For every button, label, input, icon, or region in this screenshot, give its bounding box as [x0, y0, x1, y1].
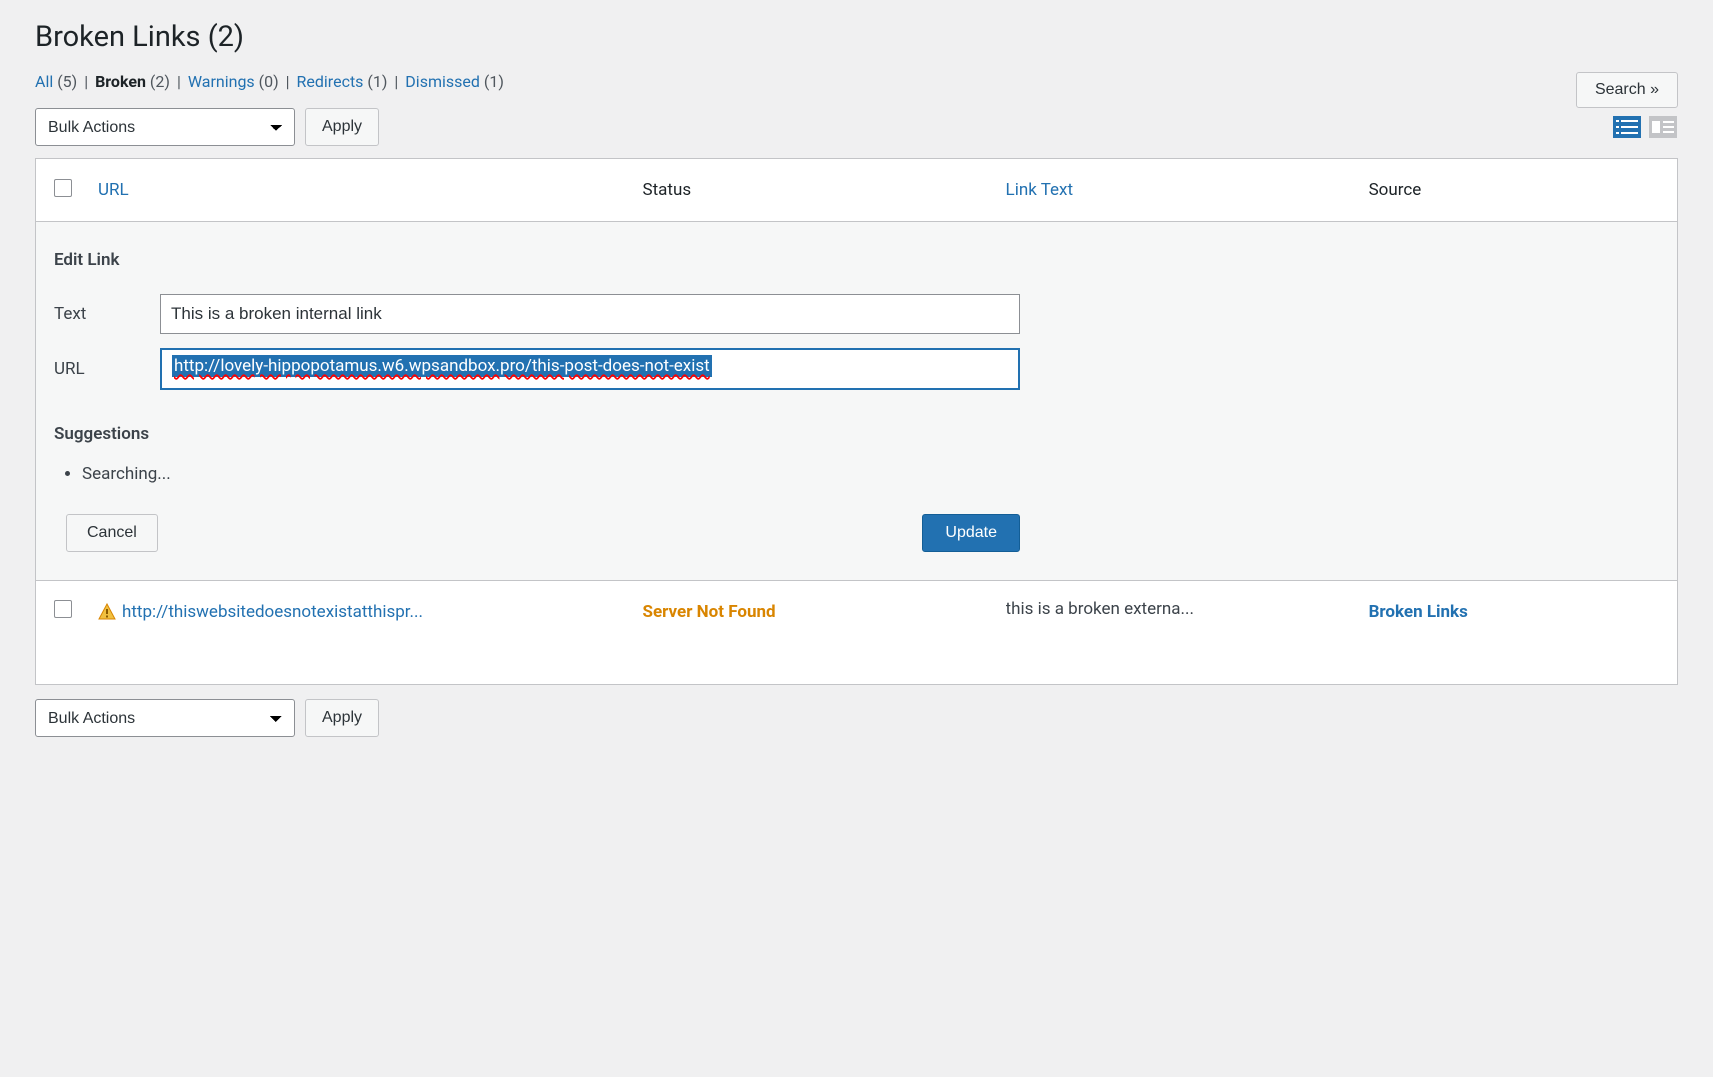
- filter-broken-count: (2): [150, 72, 170, 91]
- filter-redirects[interactable]: Redirects: [297, 72, 364, 91]
- row-linktext: this is a broken externa...: [1006, 599, 1194, 619]
- select-all-checkbox[interactable]: [54, 179, 72, 197]
- filter-tabs: All (5) | Broken (2) | Warnings (0) | Re…: [35, 72, 504, 91]
- filter-warnings-count: (0): [259, 72, 279, 91]
- apply-button[interactable]: Apply: [305, 108, 379, 146]
- view-excerpt-icon[interactable]: [1648, 115, 1678, 139]
- bulk-actions-select-bottom[interactable]: Bulk Actions: [35, 699, 295, 737]
- link-url-input[interactable]: http://lovely-hippopotamus.w6.wpsandbox.…: [160, 348, 1020, 390]
- edit-link-panel: Edit Link Text URL http://lovely-hippopo…: [36, 222, 1677, 581]
- filter-redirects-count: (1): [367, 72, 387, 91]
- suggestions-title: Suggestions: [54, 424, 1659, 444]
- filter-broken[interactable]: Broken: [95, 72, 146, 91]
- text-field-label: Text: [54, 304, 160, 324]
- filter-all-count: (5): [57, 72, 77, 91]
- column-status: Status: [643, 180, 1006, 200]
- column-linktext[interactable]: Link Text: [1006, 180, 1369, 200]
- row-url-link[interactable]: http://thiswebsitedoesnotexistatthispr..…: [122, 602, 423, 622]
- search-button[interactable]: Search »: [1576, 72, 1678, 108]
- filter-dismissed[interactable]: Dismissed: [405, 72, 480, 91]
- filter-dismissed-count: (1): [484, 72, 504, 91]
- row-checkbox[interactable]: [54, 600, 72, 618]
- links-table: URL Status Link Text Source Edit Link Te…: [35, 158, 1678, 685]
- url-field-label: URL: [54, 359, 160, 379]
- edit-link-title: Edit Link: [54, 250, 1659, 270]
- warning-icon: [98, 603, 116, 621]
- apply-button-bottom[interactable]: Apply: [305, 699, 379, 737]
- row-status: Server Not Found: [643, 602, 776, 622]
- cancel-button[interactable]: Cancel: [66, 514, 158, 552]
- filter-warnings[interactable]: Warnings: [188, 72, 255, 91]
- row-source-link[interactable]: Broken Links: [1369, 602, 1468, 622]
- suggestion-item: Searching...: [82, 464, 1659, 484]
- table-row: http://thiswebsitedoesnotexistatthispr..…: [36, 581, 1677, 684]
- link-text-input[interactable]: [160, 294, 1020, 334]
- bulk-actions-select[interactable]: Bulk Actions: [35, 108, 295, 146]
- filter-all[interactable]: All: [35, 72, 53, 91]
- update-button[interactable]: Update: [922, 514, 1020, 552]
- view-list-icon[interactable]: [1612, 115, 1642, 139]
- column-source: Source: [1369, 180, 1659, 200]
- page-title: Broken Links (2): [35, 20, 1678, 54]
- column-url[interactable]: URL: [98, 180, 643, 200]
